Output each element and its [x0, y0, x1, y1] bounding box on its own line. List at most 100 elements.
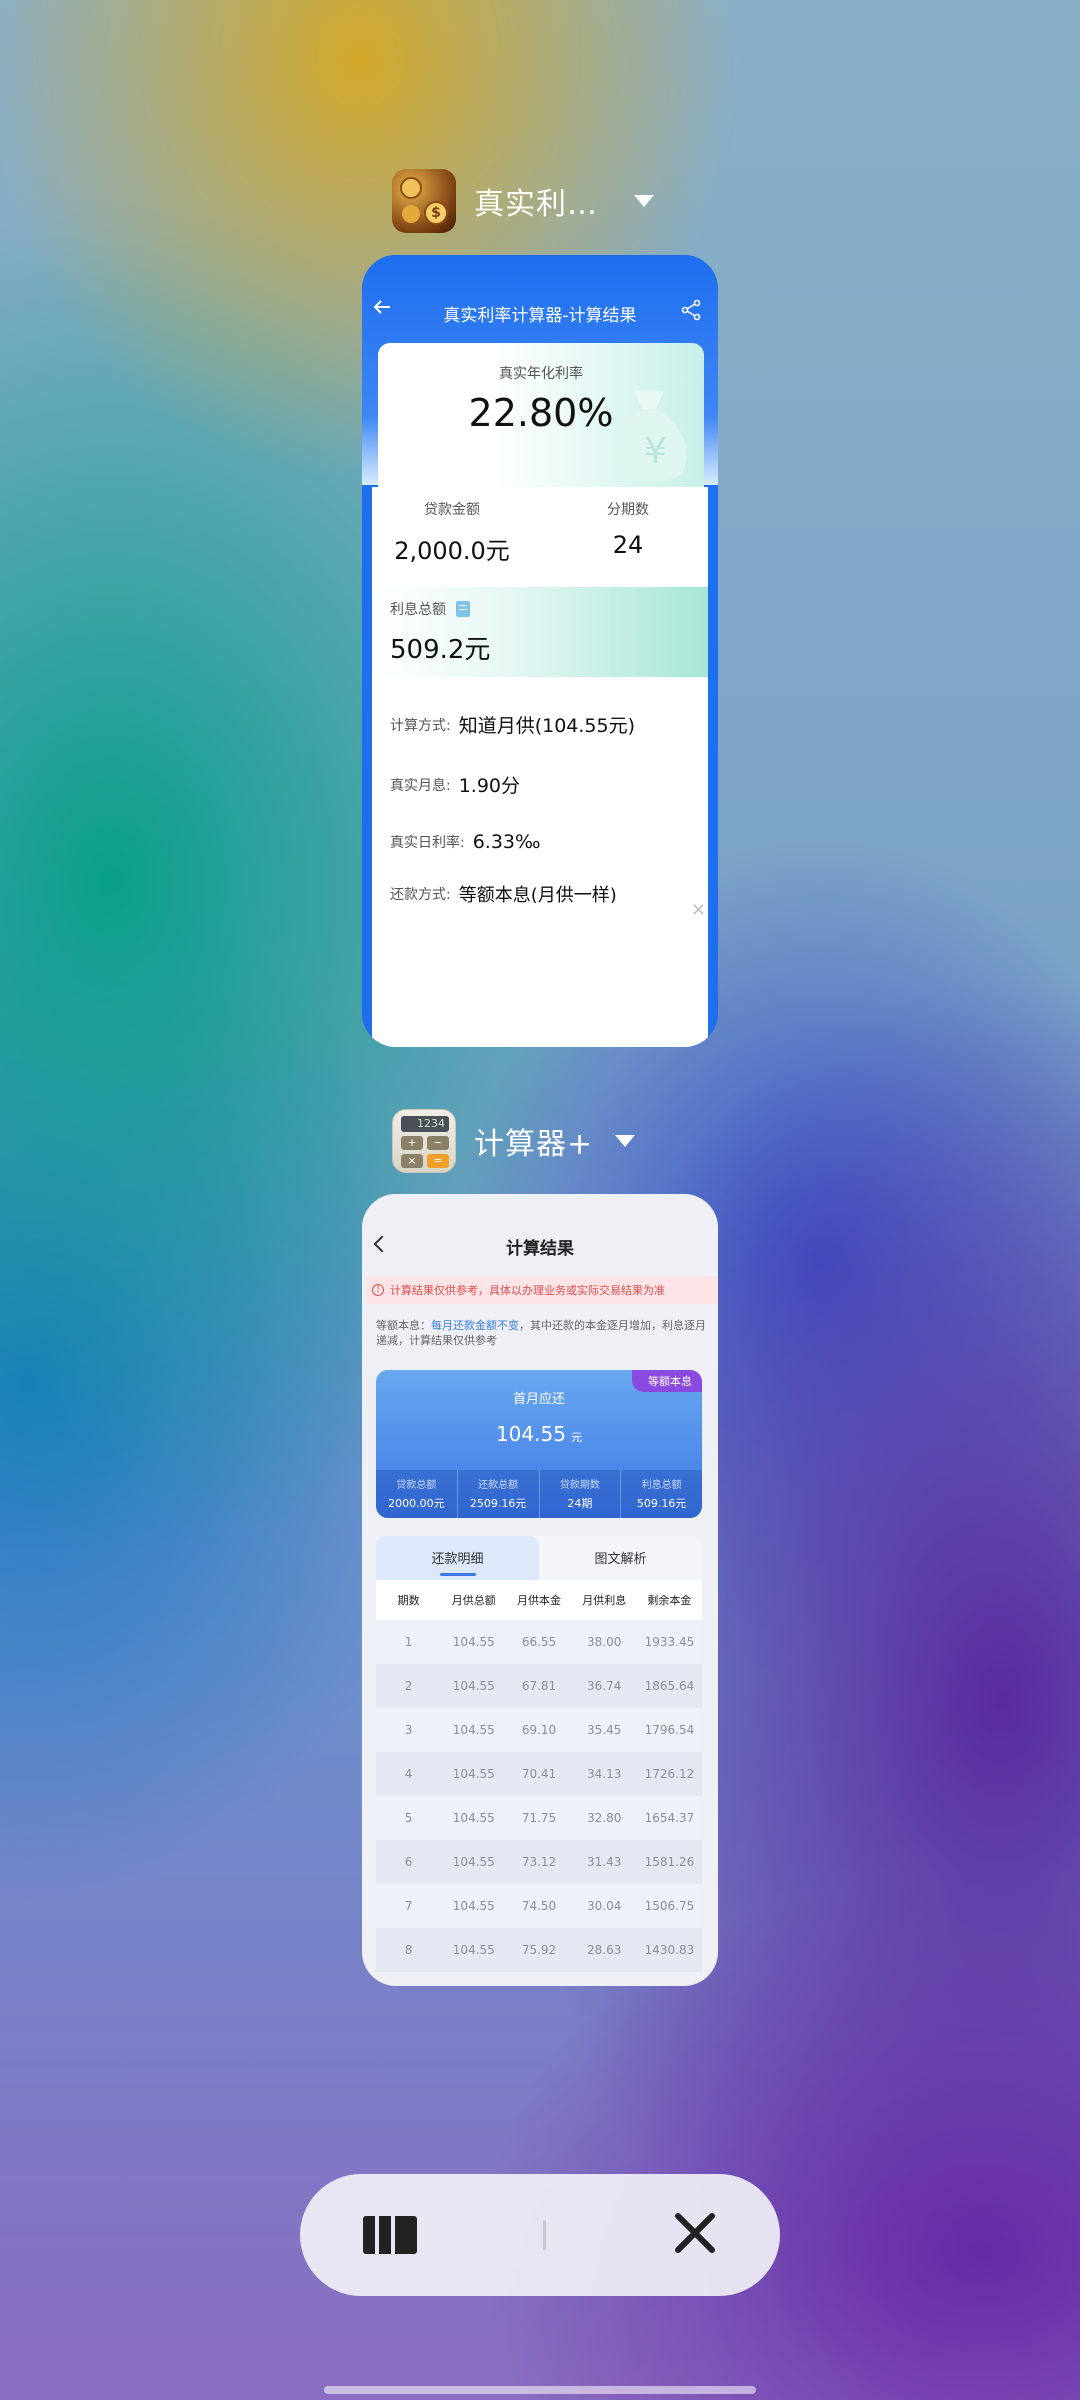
- tab-chart-analysis[interactable]: 图文解析: [539, 1536, 702, 1580]
- repay-label: 还款方式:: [390, 887, 451, 903]
- note-icon[interactable]: [456, 601, 470, 617]
- app1-preview-card[interactable]: 真实利率计算器-计算结果 真实年化利率 22.80% ¥ 贷款金额 2,000.…: [362, 255, 718, 1047]
- header-cell: 月供总额: [451, 1594, 496, 1607]
- tab-label: 还款明细: [431, 1552, 484, 1567]
- cell: 28.63: [587, 1943, 622, 1957]
- cell: 5: [404, 1811, 413, 1825]
- close-all-icon[interactable]: [673, 2211, 717, 2259]
- cell: 1654.37: [644, 1811, 695, 1825]
- cell: 71.75: [521, 1811, 557, 1825]
- table-row: 3 104.55 69.10 35.45 1796.54: [376, 1708, 702, 1752]
- app2-name: 计算器+: [474, 1127, 594, 1162]
- app1-header[interactable]: $ 真实利…: [392, 166, 654, 236]
- table-row: 8 104.55 75.92 28.63 1430.83: [376, 1928, 702, 1972]
- cell: 75.92: [521, 1943, 557, 1957]
- first-month-value: 104.55: [495, 1422, 566, 1446]
- split-screen-icon[interactable]: [363, 2216, 418, 2254]
- table-header: 期数 月供总额 月供本金 月供利息 剩余本金: [376, 1580, 702, 1620]
- monthly-value: 1.90分: [458, 775, 521, 797]
- share-icon[interactable]: [680, 299, 702, 321]
- dock-divider: [543, 2220, 547, 2250]
- cell: 104.55: [452, 1635, 495, 1649]
- cell: 38.00: [587, 1635, 622, 1649]
- header-cell: 剩余本金: [647, 1594, 692, 1607]
- stat-label: 贷款总额: [396, 1480, 437, 1491]
- tab-repayment-details[interactable]: 还款明细: [376, 1536, 539, 1580]
- cell: 1430.83: [644, 1943, 695, 1957]
- cell: 1: [404, 1635, 413, 1649]
- calculator-icon: 1234 + − × =: [392, 1109, 456, 1173]
- first-month-label: 首月应还: [512, 1392, 565, 1407]
- stat-value: 24期: [567, 1497, 593, 1510]
- header-cell: 月供利息: [582, 1594, 627, 1607]
- header-cell: 期数: [397, 1594, 420, 1607]
- app2-header[interactable]: 1234 + − × = 计算器+: [392, 1106, 636, 1176]
- method-value: 知道月供(104.55元): [458, 715, 636, 737]
- periods-label: 分期数: [607, 502, 649, 518]
- rate-label: 真实年化利率: [499, 366, 583, 382]
- notice-text: 计算结果仅供参考，具体以办理业务或实际交易结果为准: [390, 1284, 665, 1297]
- cell: 1933.45: [644, 1635, 695, 1649]
- result-tabs: 还款明细 图文解析: [376, 1536, 702, 1580]
- periods-value: 24: [612, 531, 644, 559]
- cell: 1581.26: [644, 1855, 695, 1869]
- home-indicator[interactable]: [324, 2386, 756, 2394]
- notice-bar: ! 计算结果仅供参考，具体以办理业务或实际交易结果为准: [366, 1276, 718, 1304]
- cell: 104.55: [452, 1723, 495, 1737]
- cell: 104.55: [452, 1767, 495, 1781]
- desc-highlight: 每月还款金额不变: [431, 1319, 519, 1332]
- chevron-down-icon[interactable]: [634, 195, 654, 207]
- cell: 67.81: [521, 1679, 557, 1693]
- cell: 8: [404, 1943, 413, 1957]
- stat-label: 还款总额: [478, 1480, 519, 1491]
- daily-value: 6.33‰: [472, 831, 541, 853]
- cell: 7: [404, 1899, 413, 1913]
- cell: 73.12: [521, 1855, 557, 1869]
- table-row: 7 104.55 74.50 30.04 1506.75: [376, 1884, 702, 1928]
- calculator-display: 1234: [401, 1116, 449, 1132]
- cell: 34.13: [587, 1767, 622, 1781]
- header-cell: 月供本金: [517, 1594, 561, 1607]
- cell: 1796.54: [644, 1723, 695, 1737]
- money-icon: $: [392, 169, 456, 233]
- cell: 36.74: [587, 1679, 622, 1693]
- method-label: 计算方式:: [390, 717, 451, 734]
- cell: 74.50: [521, 1899, 557, 1913]
- rate-panel: 真实年化利率 22.80% ¥: [378, 343, 704, 487]
- close-ad-icon[interactable]: ×: [691, 899, 706, 920]
- table-row: 6 104.55 73.12 31.43 1581.26: [376, 1840, 702, 1884]
- cell: 1506.75: [644, 1899, 695, 1913]
- table-row: 2 104.55 67.81 36.74 1865.64: [376, 1664, 702, 1708]
- interest-value: 509.2元: [390, 635, 491, 665]
- cell: 30.04: [587, 1899, 622, 1913]
- ad-area: ×: [372, 899, 708, 1047]
- stat-value: 2509.16元: [469, 1497, 527, 1510]
- cell: 104.55: [452, 1679, 495, 1693]
- cell: 4: [404, 1767, 413, 1781]
- stat-value: 509.16元: [636, 1497, 687, 1510]
- tab-indicator: [440, 1573, 476, 1576]
- money-bag-icon: ¥: [602, 385, 696, 485]
- app2-preview-card[interactable]: 计算结果 ! 计算结果仅供参考，具体以办理业务或实际交易结果为准 等额本息：每月…: [362, 1194, 718, 1986]
- cell: 69.10: [521, 1723, 557, 1737]
- desc-prefix: 等额本息：: [376, 1319, 431, 1332]
- cell: 104.55: [452, 1943, 495, 1957]
- svg-text:¥: ¥: [644, 431, 667, 472]
- table-row: 5 104.55 71.75 32.80 1654.37: [376, 1796, 702, 1840]
- warning-icon: !: [372, 1284, 384, 1296]
- cell: 70.41: [521, 1767, 557, 1781]
- first-month-panel: 等额本息 首月应还 104.55 元 贷款总额 2000.00元 还款总额 25…: [376, 1370, 702, 1518]
- stat-value: 2000.00元: [388, 1497, 445, 1510]
- repayment-table: 期数 月供总额 月供本金 月供利息 剩余本金 1 104.55 66.55 38.00…: [376, 1580, 702, 1972]
- monthly-label: 真实月息:: [390, 777, 451, 794]
- recents-dock: [300, 2174, 780, 2296]
- table-row: 1 104.55 66.55 38.00 1933.45: [376, 1620, 702, 1664]
- cell: 3: [404, 1723, 413, 1737]
- table-row: 4 104.55 70.41 34.13 1726.12: [376, 1752, 702, 1796]
- tab-label: 图文解析: [594, 1552, 647, 1567]
- interest-label: 利息总额: [390, 602, 446, 618]
- chevron-down-icon[interactable]: [615, 1135, 636, 1147]
- cell: 1865.64: [644, 1679, 695, 1693]
- loan-label: 贷款金额: [424, 502, 480, 518]
- cell: 66.55: [521, 1635, 557, 1649]
